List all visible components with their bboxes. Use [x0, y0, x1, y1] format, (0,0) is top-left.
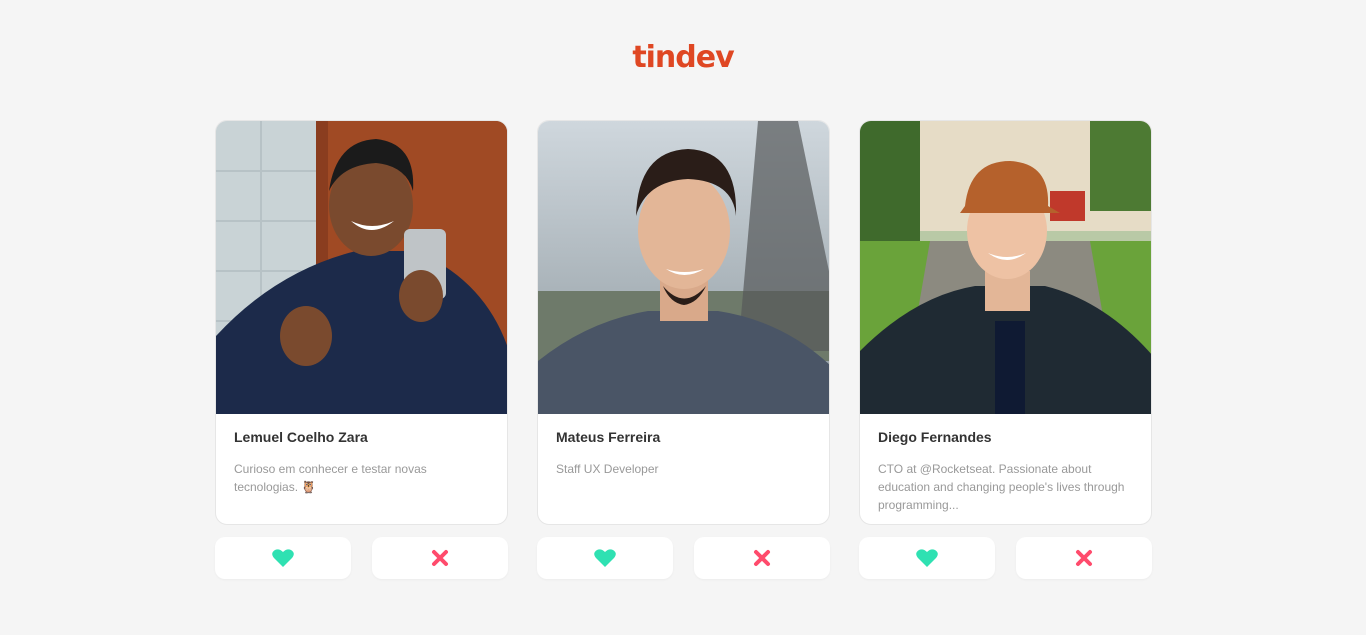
- heart-icon-shape: [916, 549, 938, 567]
- user-name: Lemuel Coelho Zara: [234, 429, 368, 445]
- logo-text: tindev: [632, 40, 734, 75]
- user-name: Diego Fernandes: [878, 429, 992, 445]
- avatar-photo: [216, 121, 507, 414]
- close-icon: [754, 550, 770, 566]
- card-actions: [537, 537, 830, 579]
- avatar-image-diego: [860, 121, 1151, 414]
- user-column: Mateus Ferreira Staff UX Developer: [537, 120, 830, 579]
- card-actions: [215, 537, 508, 579]
- heart-icon: [916, 549, 938, 567]
- avatar-image-lemuel: [216, 121, 507, 414]
- dislike-button[interactable]: [694, 537, 830, 579]
- user-card: Mateus Ferreira Staff UX Developer: [537, 120, 830, 525]
- dislike-button[interactable]: [1016, 537, 1152, 579]
- close-icon: [432, 550, 448, 566]
- heart-icon: [594, 549, 616, 567]
- user-list: Lemuel Coelho Zara Curioso em conhecer e…: [215, 120, 1152, 579]
- user-name: Mateus Ferreira: [556, 429, 661, 445]
- close-icon: [1076, 550, 1092, 566]
- avatar-photo: [538, 121, 829, 414]
- user-info: Lemuel Coelho Zara Curioso em conhecer e…: [216, 414, 507, 496]
- user-bio: Curioso em conhecer e testar novas tecno…: [234, 462, 427, 494]
- avatar-photo: [860, 121, 1151, 414]
- heart-icon-shape: [272, 549, 294, 567]
- like-button[interactable]: [215, 537, 351, 579]
- heart-icon: [272, 549, 294, 567]
- heart-icon-shape: [594, 549, 616, 567]
- like-button[interactable]: [537, 537, 673, 579]
- user-card: Lemuel Coelho Zara Curioso em conhecer e…: [215, 120, 508, 525]
- logo: tindev: [0, 40, 1366, 76]
- avatar-image-mateus: [538, 121, 829, 414]
- close-icon-shape: [754, 550, 770, 566]
- like-button[interactable]: [859, 537, 995, 579]
- user-column: Lemuel Coelho Zara Curioso em conhecer e…: [215, 120, 508, 579]
- close-icon-shape: [1076, 550, 1092, 566]
- user-card: Diego Fernandes CTO at @Rocketseat. Pass…: [859, 120, 1152, 525]
- dislike-button[interactable]: [372, 537, 508, 579]
- user-info: Diego Fernandes CTO at @Rocketseat. Pass…: [860, 414, 1151, 514]
- user-bio: CTO at @Rocketseat. Passionate about edu…: [878, 462, 1125, 512]
- card-actions: [859, 537, 1152, 579]
- main-page: tindev Lemuel Coelho Zara Curioso em con…: [0, 0, 1366, 635]
- user-column: Diego Fernandes CTO at @Rocketseat. Pass…: [859, 120, 1152, 579]
- user-info: Mateus Ferreira Staff UX Developer: [538, 414, 829, 478]
- user-bio: Staff UX Developer: [556, 462, 659, 476]
- close-icon-shape: [432, 550, 448, 566]
